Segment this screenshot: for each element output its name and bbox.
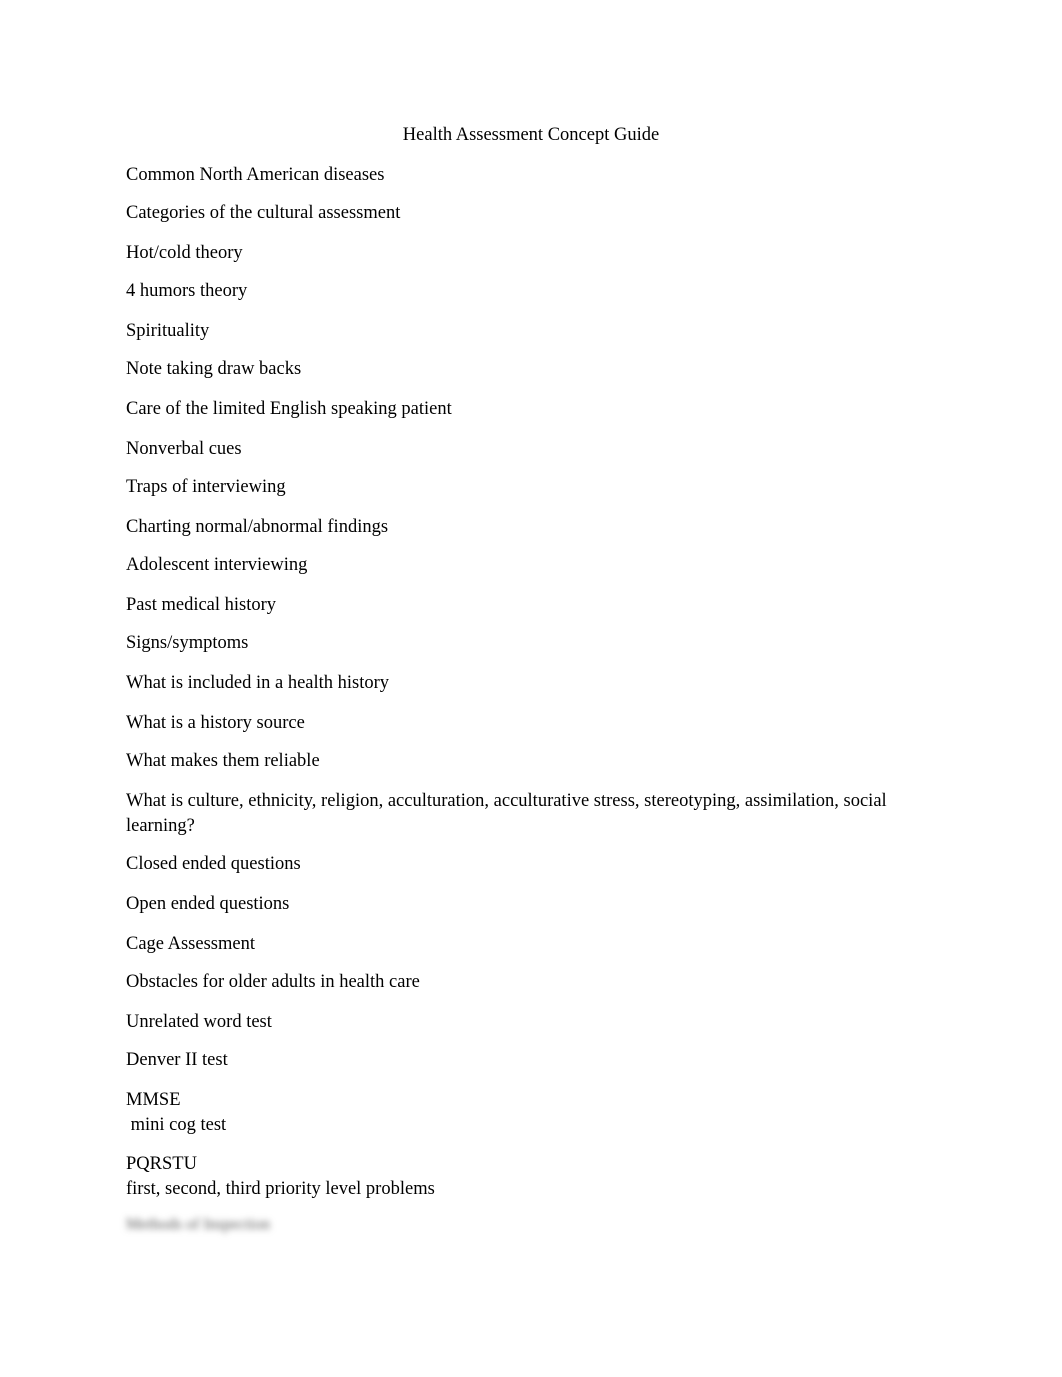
list-item: Denver II test [126,1050,228,1070]
list-item: Obstacles for older adults in health car… [126,972,420,992]
list-item: Adolescent interviewing [126,555,308,575]
list-item: Unrelated word test [126,1012,272,1032]
list-item: What makes them reliable [126,751,320,771]
list-item: What is a history source [126,713,305,733]
list-item: What is included in a health history [126,673,390,693]
document-title: Health Assessment Concept Guide [402,125,660,145]
list-item: Common North American diseases [126,165,385,185]
list-item: Closed ended questions [126,854,301,874]
list-item: PQRSTU first, second, third priority lev… [126,1154,435,1199]
list-item: Spirituality [126,321,210,341]
list-item: What is culture, ethnicity, religion, ac… [126,791,887,836]
list-item: Categories of the cultural assessment [126,203,401,223]
list-item: Note taking draw backs [126,359,302,379]
list-item: Cage Assessment [126,934,255,954]
list-item: Charting normal/abnormal findings [126,517,389,537]
list-item: Open ended questions [126,894,290,914]
list-item: MMSE mini cog test [126,1090,227,1135]
list-item: Signs/symptoms [126,633,249,653]
list-item: Traps of interviewing [126,477,286,497]
list-item: 4 humors theory [126,281,248,301]
list-item: Nonverbal cues [126,439,242,459]
blurred-preview-text: Methods of Inspection [126,1216,270,1233]
list-item: Hot/cold theory [126,243,243,263]
list-item: Care of the limited English speaking pat… [126,399,452,419]
list-item: Past medical history [126,595,277,615]
